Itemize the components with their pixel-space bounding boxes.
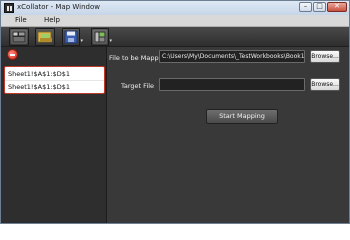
- target-file-label: Target File: [121, 82, 155, 90]
- menu-file[interactable]: File: [15, 16, 27, 24]
- close-button[interactable]: ✕: [327, 2, 347, 12]
- save-button[interactable]: ▾: [62, 28, 83, 46]
- window-controls: – □ ✕: [298, 2, 347, 13]
- list-item[interactable]: Sheet1!$A$1:$D$1: [5, 80, 104, 92]
- open-folder-icon: [37, 31, 52, 43]
- start-mapping-button[interactable]: Start Mapping: [206, 109, 278, 124]
- title-bar[interactable]: xCollator - Map Window – □ ✕: [1, 1, 349, 15]
- target-file-field[interactable]: [159, 78, 305, 91]
- new-map-icon: [11, 30, 27, 44]
- file-to-be-mapped-field[interactable]: C:\Users\My\Documents\_TestWorkbooks\Boo…: [159, 50, 305, 63]
- save-dropdown-icon[interactable]: ▾: [80, 38, 83, 44]
- maximize-icon: □: [316, 2, 323, 10]
- app-icon: [4, 3, 14, 13]
- remove-icon[interactable]: [7, 49, 18, 60]
- minimize-button[interactable]: –: [299, 2, 312, 12]
- mapping-form: File to be Mapped C:\Users\My\Documents\…: [108, 47, 349, 223]
- map-window: xCollator - Map Window – □ ✕ File Help ▾…: [0, 0, 350, 224]
- toolbar: ▾ ▾: [1, 27, 349, 47]
- window-title: xCollator - Map Window: [17, 3, 100, 11]
- close-icon: ✕: [334, 2, 340, 10]
- maximize-button[interactable]: □: [313, 2, 326, 12]
- browse-source-button[interactable]: Browse...: [310, 50, 340, 63]
- menu-help[interactable]: Help: [44, 16, 60, 24]
- minimize-icon: –: [303, 2, 308, 10]
- mapping-list[interactable]: Sheet1!$A$1:$D$1 Sheet1!$A$1:$D$1: [4, 66, 105, 94]
- save-icon: [64, 30, 78, 44]
- new-map-button[interactable]: [9, 28, 29, 46]
- mappings-panel: Sheet1!$A$1:$D$1 Sheet1!$A$1:$D$1: [1, 47, 107, 223]
- open-button[interactable]: [35, 28, 55, 46]
- run-dropdown-icon[interactable]: ▾: [109, 38, 112, 44]
- menu-bar: File Help: [1, 15, 349, 27]
- list-item[interactable]: Sheet1!$A$1:$D$1: [5, 68, 104, 80]
- browse-target-button[interactable]: Browse...: [310, 78, 340, 91]
- run-mapping-button[interactable]: ▾: [91, 28, 112, 46]
- run-mapping-icon: [93, 30, 107, 44]
